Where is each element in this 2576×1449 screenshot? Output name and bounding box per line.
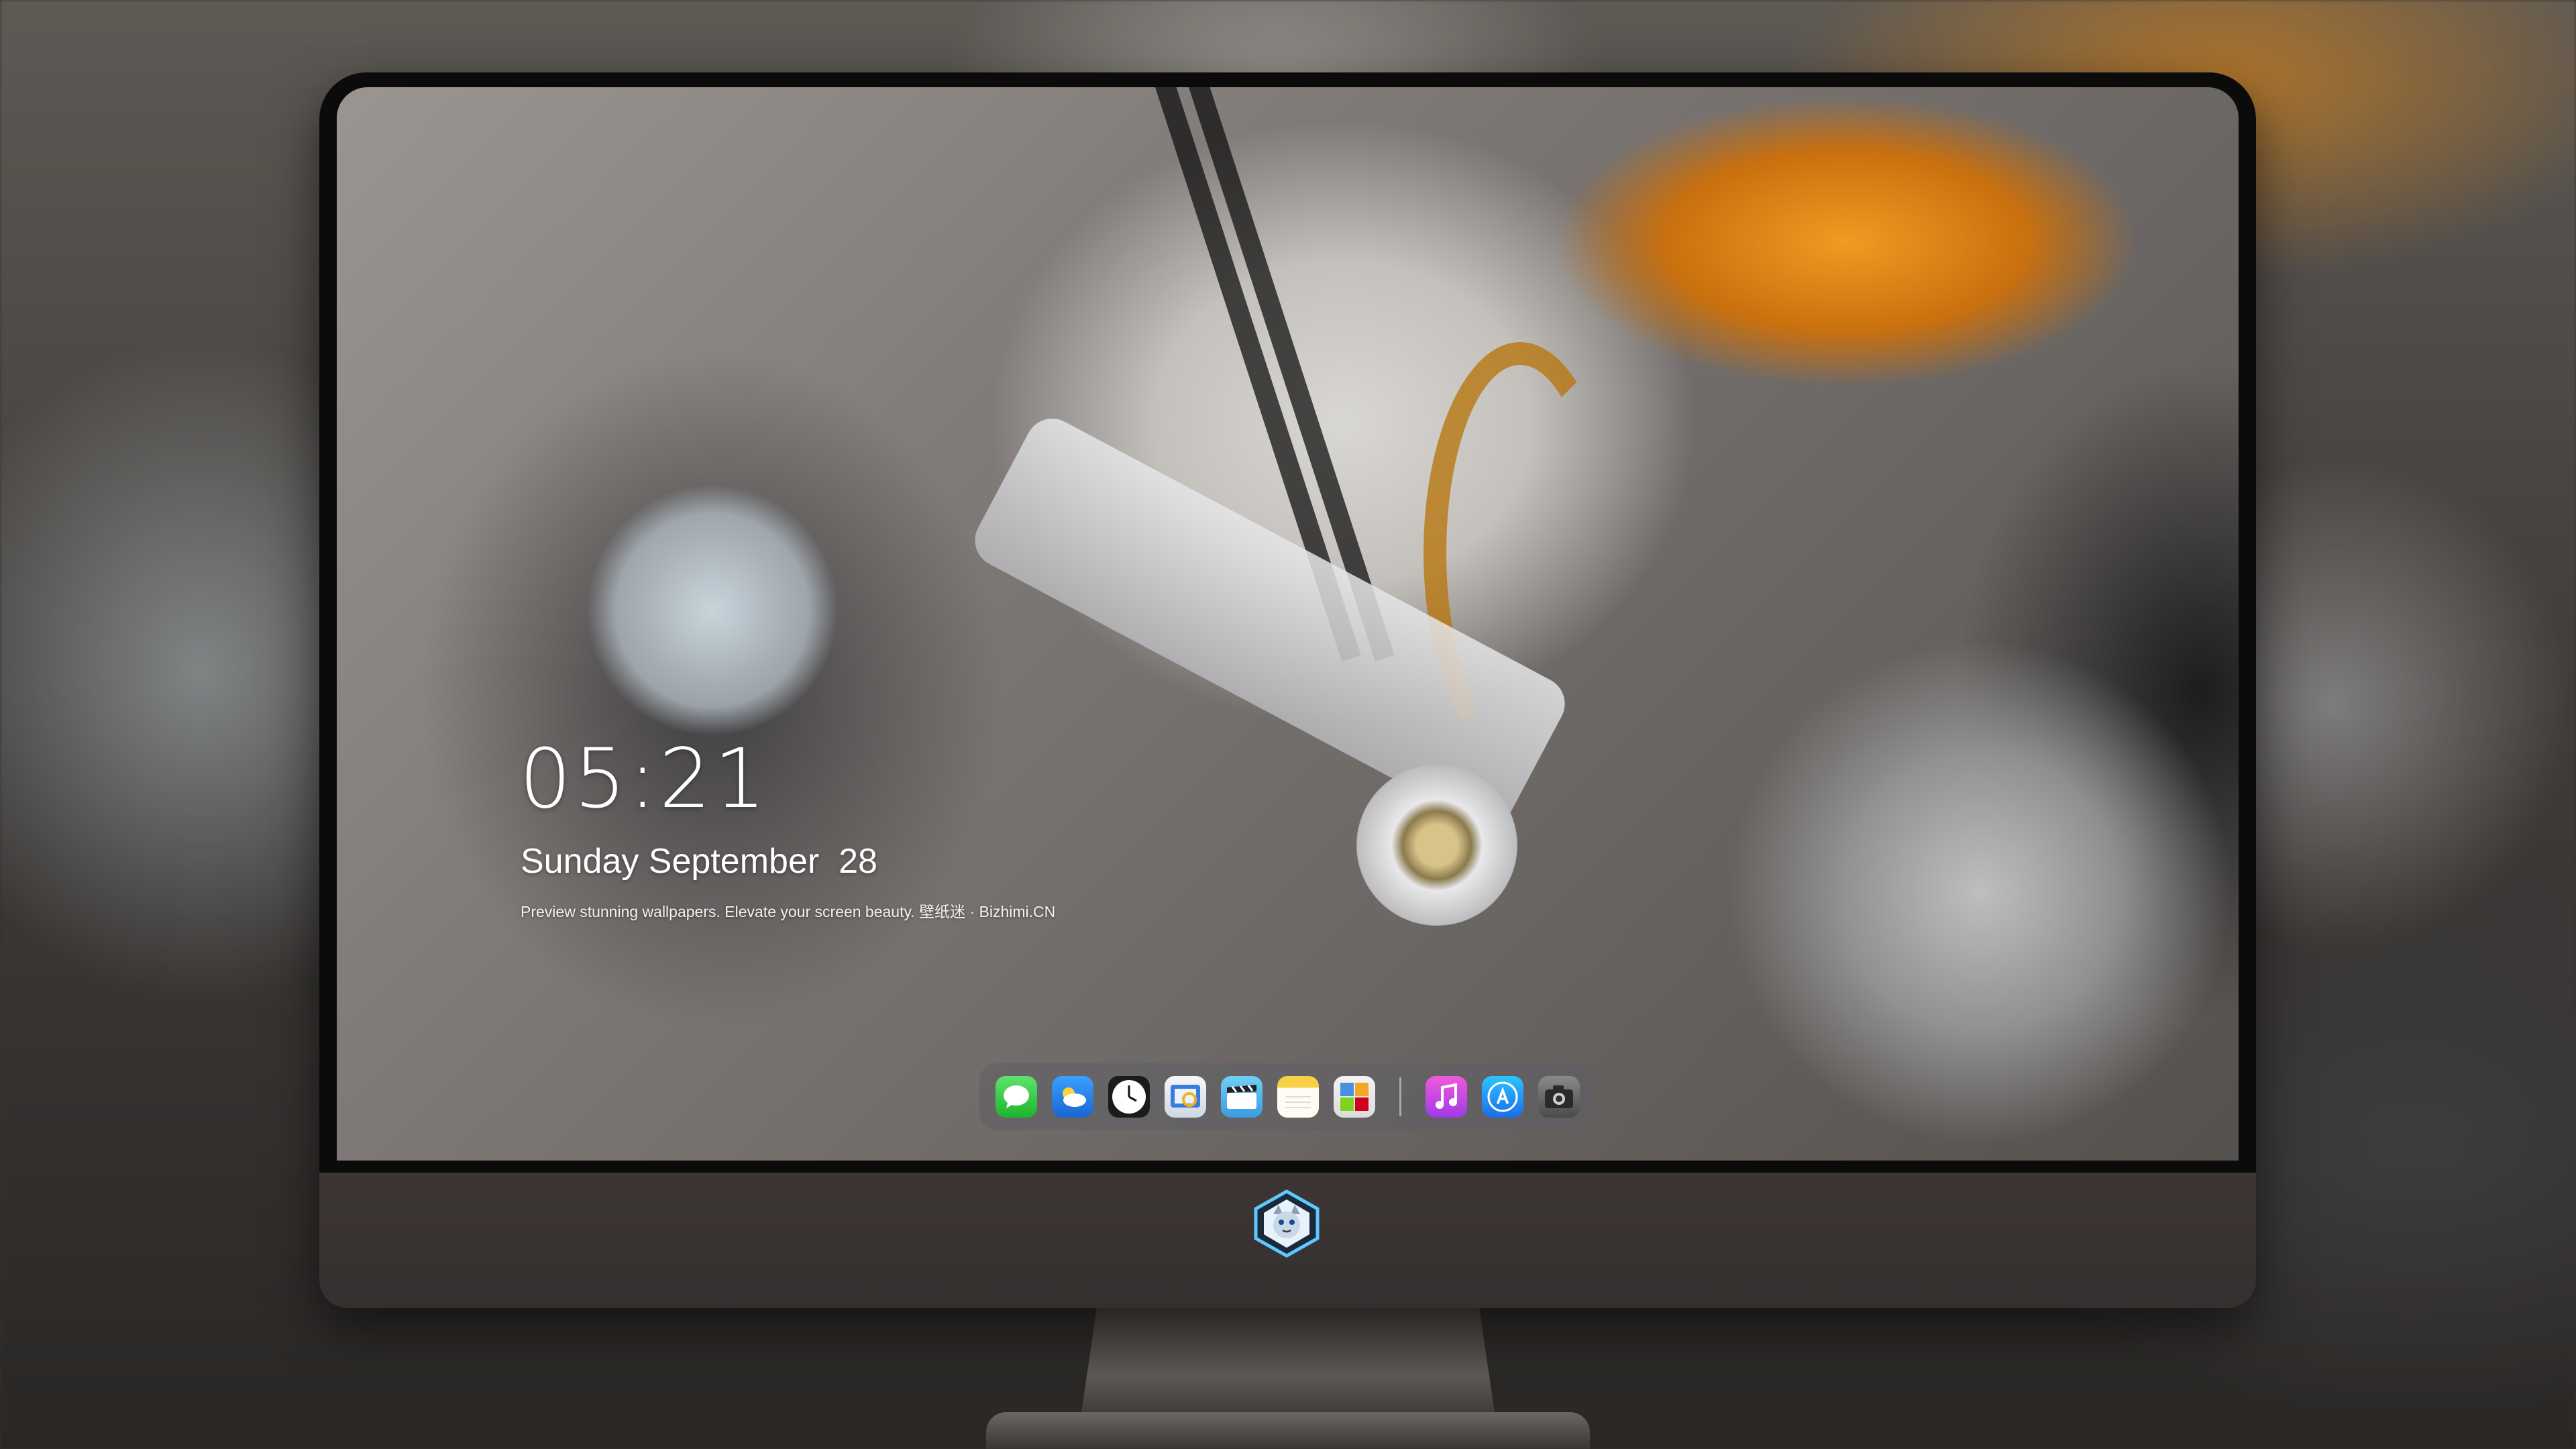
clips-icon[interactable] — [1221, 1076, 1263, 1118]
notes-icon[interactable] — [1277, 1076, 1319, 1118]
messages-icon[interactable] — [996, 1076, 1037, 1118]
dock — [979, 1063, 1596, 1130]
preview-icon[interactable] — [1165, 1076, 1206, 1118]
monitor-stand-base — [986, 1412, 1590, 1449]
lock-screen-caption: Preview stunning wallpapers. Elevate you… — [521, 903, 1056, 920]
wallpaper-pivot-hub — [1356, 765, 1517, 926]
music-icon[interactable] — [1426, 1076, 1467, 1118]
clock-icon[interactable] — [1108, 1076, 1150, 1118]
monitor-stand — [1080, 1308, 1496, 1422]
app-store-icon[interactable] — [1482, 1076, 1523, 1118]
lock-screen-time: 05:21 — [519, 731, 769, 826]
monitor: 05:21 Sunday September 28 Preview stunni… — [319, 72, 2256, 1308]
wolf-mascot-logo — [1252, 1189, 1322, 1258]
camera-icon[interactable] — [1538, 1076, 1580, 1118]
monitor-chin — [319, 1173, 2256, 1308]
weather-icon[interactable] — [1052, 1076, 1093, 1118]
dock-separator — [1399, 1077, 1401, 1116]
screen-wallpaper: 05:21 Sunday September 28 Preview stunni… — [337, 87, 2239, 1161]
photos-icon[interactable] — [1334, 1076, 1375, 1118]
lock-screen-date: Sunday September 28 — [521, 842, 877, 881]
